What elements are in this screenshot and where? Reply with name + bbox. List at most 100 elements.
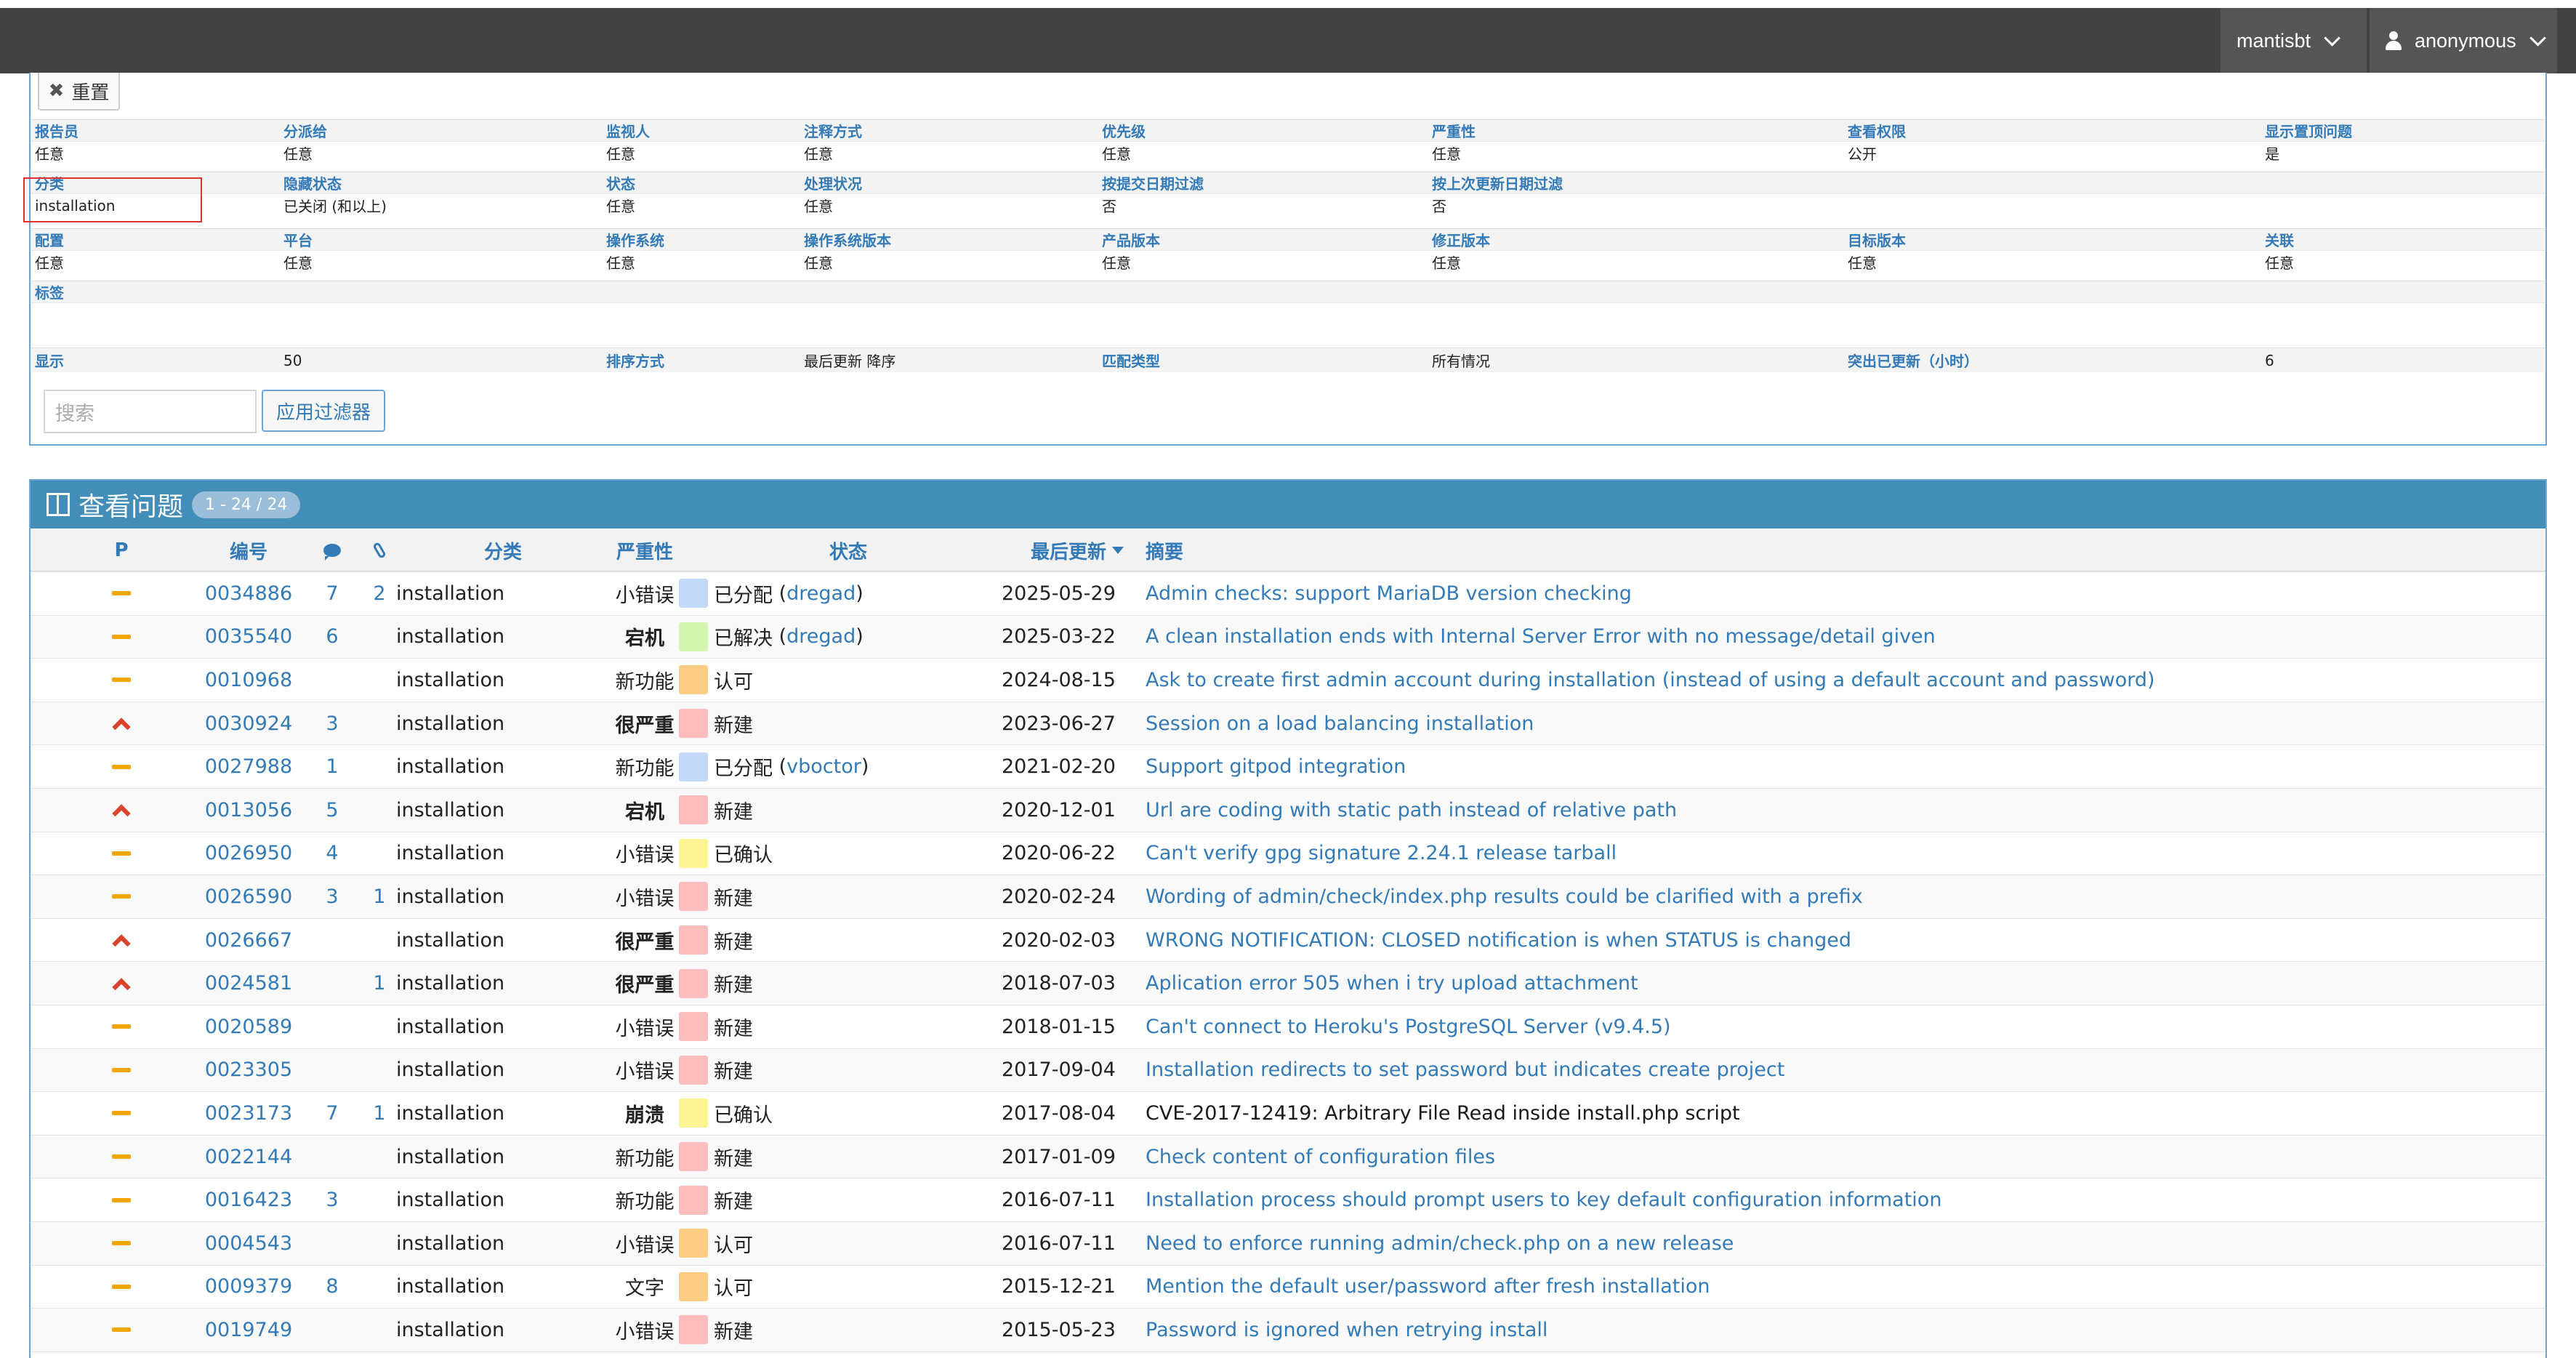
filter-label[interactable]: 严重性 [1432, 120, 1476, 141]
issue-id-link[interactable]: 0020589 [183, 1005, 314, 1048]
summary-link[interactable]: Installation redirects to set password b… [1146, 1049, 2527, 1092]
issue-id-link[interactable]: 0009379 [183, 1266, 314, 1309]
col-header-updated[interactable]: 最后更新 [990, 529, 1164, 572]
col-header-severity[interactable]: 严重性 [583, 529, 707, 572]
filter-label[interactable]: 目标版本 [1848, 229, 1906, 250]
files-count[interactable] [358, 1178, 401, 1221]
summary-link[interactable]: Wording of admin/check/index.php results… [1146, 875, 2527, 918]
summary-link[interactable]: A clean installation ends with Internal … [1146, 616, 2527, 659]
notes-count[interactable]: 4 [307, 832, 358, 875]
files-count[interactable] [358, 919, 401, 962]
user-dropdown[interactable]: anonymous [2370, 8, 2557, 73]
notes-count[interactable]: 7 [307, 1092, 358, 1135]
issue-id-link[interactable]: 0026590 [183, 875, 314, 918]
apply-filter-button[interactable]: 应用过滤器 [262, 390, 385, 432]
notes-count[interactable] [307, 1309, 358, 1351]
issue-id-link[interactable]: 0026950 [183, 832, 314, 875]
files-count[interactable] [358, 789, 401, 832]
notes-count[interactable] [307, 659, 358, 702]
col-header-priority[interactable]: P [100, 529, 143, 572]
filter-label[interactable]: 匹配类型 [1102, 348, 1160, 372]
filter-label[interactable]: 操作系统版本 [804, 229, 891, 250]
notes-count[interactable] [307, 1136, 358, 1178]
notes-count[interactable] [307, 1049, 358, 1092]
issue-id-link[interactable]: 0019749 [183, 1309, 314, 1351]
filter-label[interactable]: 优先级 [1102, 120, 1146, 141]
summary-link[interactable]: Check content of configuration files [1146, 1136, 2527, 1178]
files-count[interactable] [358, 616, 401, 659]
summary-link[interactable]: Can't connect to Heroku's PostgreSQL Ser… [1146, 1005, 2527, 1048]
summary-link[interactable]: Password is ignored when retrying instal… [1146, 1309, 2527, 1351]
filter-label[interactable]: 查看权限 [1848, 120, 1906, 141]
notes-count[interactable]: 3 [307, 1178, 358, 1221]
summary-link[interactable]: Installation process should prompt users… [1146, 1178, 2527, 1221]
issue-id-link[interactable]: 0030924 [183, 702, 314, 745]
files-count[interactable]: 2 [358, 572, 401, 615]
filter-label[interactable]: 分派给 [283, 120, 327, 141]
col-header-status[interactable]: 状态 [707, 529, 990, 572]
summary-link[interactable]: Mention the default user/password after … [1146, 1266, 2527, 1309]
filter-label[interactable]: 按上次更新日期过滤 [1432, 172, 1563, 193]
files-count[interactable] [358, 702, 401, 745]
summary-link[interactable]: CVE-2017-12419: Arbitrary File Read insi… [1146, 1092, 2527, 1135]
notes-count[interactable]: 5 [307, 789, 358, 832]
files-count[interactable] [358, 659, 401, 702]
issue-id-link[interactable]: 0027988 [183, 745, 314, 788]
issue-id-link[interactable]: 0026667 [183, 919, 314, 962]
summary-link[interactable]: WRONG NOTIFICATION: CLOSED notification … [1146, 919, 2527, 962]
files-count[interactable]: 1 [358, 1092, 401, 1135]
files-count[interactable] [358, 1309, 401, 1351]
summary-link[interactable]: Ask to create first admin account during… [1146, 659, 2527, 702]
issue-id-link[interactable]: 0024581 [183, 962, 314, 1005]
filter-label[interactable]: 显示置顶问题 [2265, 120, 2352, 141]
notes-count[interactable] [307, 919, 358, 962]
issue-id-link[interactable]: 0016423 [183, 1178, 314, 1221]
filter-label[interactable]: 产品版本 [1102, 229, 1160, 250]
filter-label[interactable]: 状态 [606, 172, 635, 193]
handler-link[interactable]: dregad [786, 625, 856, 648]
handler-link[interactable]: vboctor [786, 755, 861, 778]
filter-label[interactable]: 标签 [35, 281, 64, 302]
summary-link[interactable]: Url are coding with static path instead … [1146, 789, 2527, 832]
reset-button[interactable]: ✖ 重置 [38, 73, 120, 111]
files-count[interactable] [358, 1005, 401, 1048]
project-dropdown[interactable]: mantisbt [2221, 8, 2367, 73]
filter-label[interactable]: 报告员 [35, 120, 79, 141]
filter-label[interactable]: 修正版本 [1432, 229, 1490, 250]
notes-count[interactable] [307, 1005, 358, 1048]
filter-label[interactable]: 配置 [35, 229, 64, 250]
issue-id-link[interactable]: 0034886 [183, 572, 314, 615]
notes-count[interactable] [307, 962, 358, 1005]
files-count[interactable] [358, 1222, 401, 1265]
filter-label[interactable]: 隐藏状态 [283, 172, 342, 193]
col-header-id[interactable]: 编号 [183, 529, 314, 572]
search-input[interactable]: 搜索 [44, 390, 257, 433]
handler-link[interactable]: dregad [786, 582, 856, 605]
issue-id-link[interactable]: 0023305 [183, 1049, 314, 1092]
filter-label[interactable]: 操作系统 [606, 229, 664, 250]
filter-label[interactable]: 处理状况 [804, 172, 862, 193]
files-count[interactable] [358, 1266, 401, 1309]
issue-id-link[interactable]: 0035540 [183, 616, 314, 659]
col-header-files[interactable] [358, 529, 401, 572]
notes-count[interactable]: 8 [307, 1266, 358, 1309]
notes-count[interactable]: 3 [307, 702, 358, 745]
filter-label[interactable]: 关联 [2265, 229, 2294, 250]
summary-link[interactable]: Need to enforce running admin/check.php … [1146, 1222, 2527, 1265]
issue-id-link[interactable]: 0004543 [183, 1222, 314, 1265]
summary-link[interactable]: Session on a load balancing installation [1146, 702, 2527, 745]
files-count[interactable] [358, 1136, 401, 1178]
files-count[interactable]: 1 [358, 962, 401, 1005]
summary-link[interactable]: Support gitpod integration [1146, 745, 2527, 788]
issue-id-link[interactable]: 0010968 [183, 659, 314, 702]
notes-count[interactable]: 7 [307, 572, 358, 615]
col-header-category[interactable]: 分类 [423, 529, 583, 572]
notes-count[interactable]: 1 [307, 745, 358, 788]
issue-id-link[interactable]: 0023173 [183, 1092, 314, 1135]
files-count[interactable]: 1 [358, 875, 401, 918]
issue-id-link[interactable]: 0013056 [183, 789, 314, 832]
files-count[interactable] [358, 745, 401, 788]
issue-id-link[interactable]: 0022144 [183, 1136, 314, 1178]
notes-count[interactable]: 3 [307, 875, 358, 918]
filter-label[interactable]: 按提交日期过滤 [1102, 172, 1204, 193]
